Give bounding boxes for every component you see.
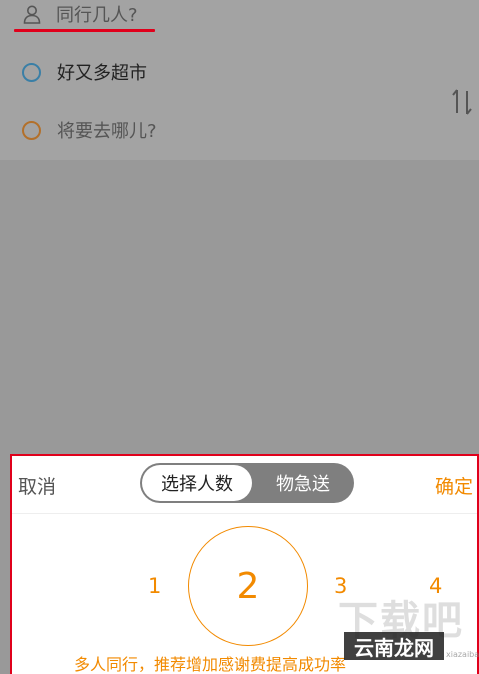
selected-count-value: 2 [236,565,260,607]
count-option-selected[interactable]: 2 [188,526,308,646]
origin-text: 好又多超市 [57,63,147,84]
watermark-url: xiazaiba [446,650,479,659]
tab-select-count[interactable]: 选择人数 [142,465,252,501]
passengers-field[interactable]: 同行几人? [22,0,138,28]
count-option-1[interactable]: 1 [148,574,161,598]
origin-field[interactable]: 好又多超市 [22,56,147,88]
swap-icon[interactable] [451,88,473,116]
cancel-button[interactable]: 取消 [18,472,56,499]
destination-field[interactable]: 将要去哪儿? [22,114,157,146]
passengers-placeholder: 同行几人? [56,5,138,26]
origin-dot-icon [22,62,41,82]
confirm-button[interactable]: 确定 [435,472,473,499]
mode-segmented-control: 选择人数 物急送 [140,463,354,503]
destination-dot-icon [22,120,41,140]
watermark-logo: 云南龙网 [344,632,444,660]
trip-form: 同行几人? 好又多超市 将要去哪儿? [0,0,479,160]
tab-delivery[interactable]: 物急送 [256,465,350,501]
sheet-header: 取消 选择人数 物急送 确定 [12,456,477,514]
destination-placeholder: 将要去哪儿? [57,121,157,142]
person-icon [23,5,41,24]
hint-text: 多人同行，推荐增加感谢费提高成功率 [74,655,347,674]
highlight-underline [14,29,155,32]
